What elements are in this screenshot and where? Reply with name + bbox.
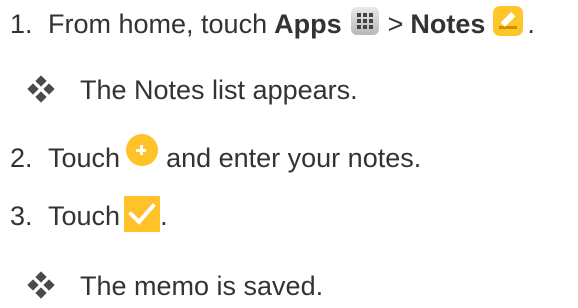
result-1: The Notes list appears.: [24, 70, 358, 110]
step-number: 3.: [10, 200, 33, 231]
step-number: 1.: [10, 8, 33, 39]
step-text: Touch: [48, 200, 121, 231]
result-text: The memo is saved.: [80, 270, 324, 301]
step-2: 2. Touch and enter your notes.: [0, 134, 422, 178]
result-text: The Notes list appears.: [80, 74, 358, 105]
result-2: The memo is saved.: [24, 266, 323, 306]
step-3: 3. Touch .: [0, 196, 168, 236]
step-text-after: and enter your notes.: [166, 142, 422, 173]
separator: >: [387, 8, 404, 39]
step-number: 2.: [10, 142, 33, 173]
step-end: .: [527, 8, 535, 39]
step-text: From home, touch: [48, 8, 268, 39]
notes-app-icon: [493, 6, 524, 36]
apps-grid-icon: [350, 7, 379, 35]
notes-label: Notes: [410, 8, 486, 39]
step-end: .: [160, 200, 168, 231]
four-diamond-bullet-icon: [24, 271, 58, 299]
add-note-icon: [126, 134, 159, 166]
step-1: 1. From home, touch Apps > Notes .: [0, 4, 535, 44]
four-diamond-bullet-icon: [24, 75, 58, 103]
checkmark-save-icon: [124, 196, 161, 232]
step-text: Touch: [48, 142, 121, 173]
apps-label: Apps: [274, 8, 342, 39]
